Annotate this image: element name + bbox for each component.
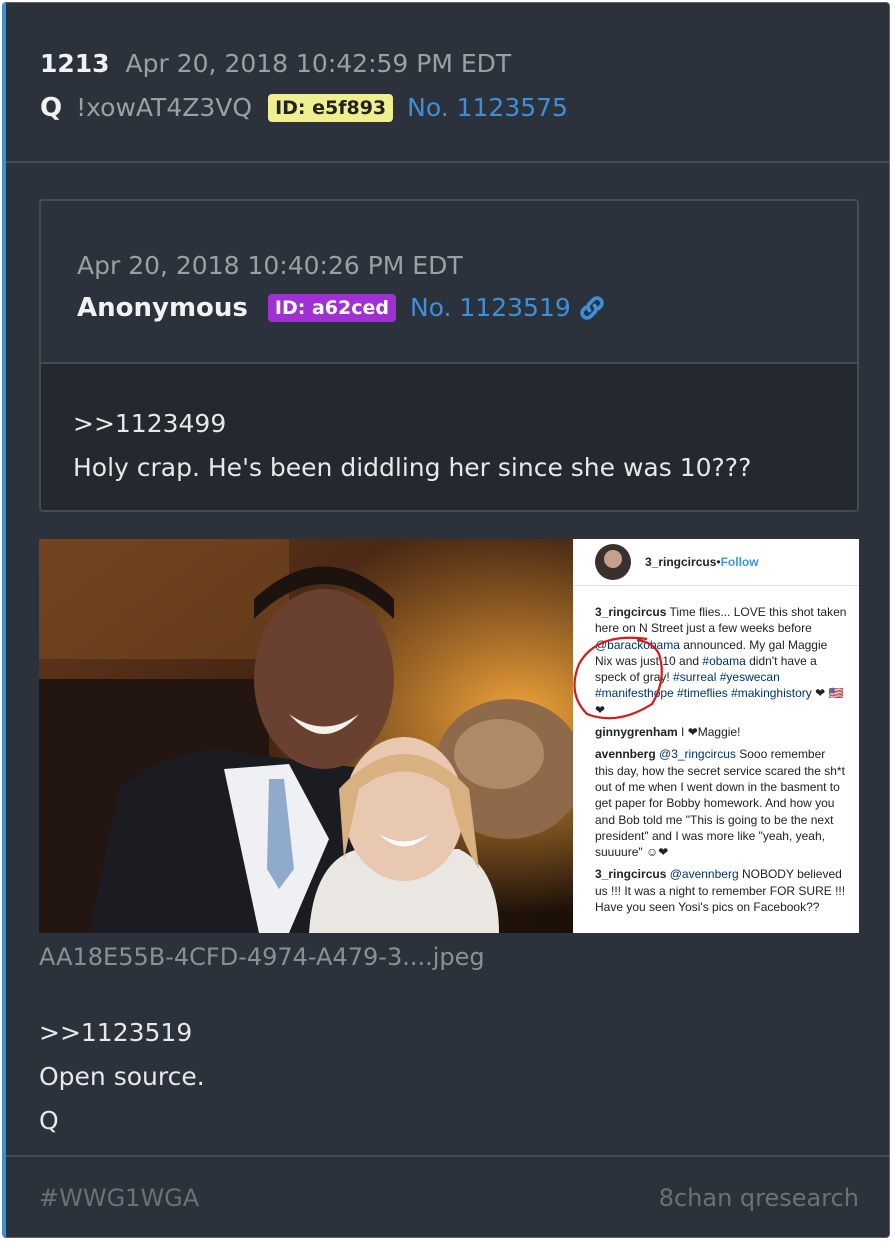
- insta-comments: 3_ringcircus Time flies... LOVE this sho…: [573, 586, 859, 915]
- comment-user: ginnygrenham: [595, 725, 678, 740]
- quoted-id-badge[interactable]: ID: a62ced: [267, 294, 396, 322]
- quoted-post-body: >>1123499 Holy crap. He's been diddling …: [41, 364, 857, 490]
- red-circle-annotation: [573, 636, 663, 720]
- footer-source: 8chan qresearch: [658, 1184, 859, 1212]
- footer-hashtag: #WWG1WGA: [39, 1184, 200, 1212]
- post-header: 1213 Apr 20, 2018 10:42:59 PM EDT Q !xow…: [6, 3, 889, 163]
- insta-comment: avennberg @3_ringcircus Sooo remember th…: [595, 746, 847, 860]
- insta-follow: Follow: [720, 555, 759, 569]
- quoted-reply-link[interactable]: >>1123499: [73, 402, 857, 446]
- post-author: Q: [40, 93, 63, 123]
- insta-username: 3_ringcircus: [645, 555, 717, 569]
- post-text: Open source.: [39, 1062, 205, 1091]
- quoted-post-date: Apr 20, 2018 10:40:26 PM EDT: [77, 251, 463, 280]
- insta-comment: 3_ringcircus Time flies... LOVE this sho…: [573, 604, 847, 720]
- photo: [39, 539, 573, 933]
- id-badge[interactable]: ID: e5f893: [268, 94, 394, 122]
- comment-text: I ❤Maggie!: [677, 725, 741, 740]
- post-body: >>1123519 Open source. Q: [39, 1011, 205, 1143]
- post-signature: Q: [39, 1106, 59, 1135]
- comment-text: Sooo remember this day, how the secret s…: [595, 747, 845, 860]
- image-filename-link[interactable]: AA18E55B-4CFD-4974-A479-3....jpeg: [39, 943, 485, 971]
- avatar: [595, 544, 631, 580]
- post-number-link[interactable]: No. 1123575: [407, 91, 568, 125]
- quoted-post-text: Holy crap. He's been diddling her since …: [73, 453, 752, 482]
- comment-user: 3_ringcircus: [595, 867, 667, 882]
- post-number: 1213: [40, 49, 110, 78]
- reply-link[interactable]: >>1123519: [39, 1011, 205, 1055]
- post-footer: #WWG1WGA 8chan qresearch: [6, 1155, 889, 1237]
- comment-user: avennberg: [595, 747, 656, 762]
- instagram-screenshot: 3_ringcircus • Follow 3_ringcircus Time …: [573, 539, 859, 933]
- comment-mention: @avennberg: [669, 867, 739, 882]
- quoted-post: Apr 20, 2018 10:40:26 PM EDT Anonymous I…: [39, 199, 859, 512]
- quoted-post-header: Apr 20, 2018 10:40:26 PM EDT Anonymous I…: [41, 201, 857, 364]
- comment-hashtag: #obama: [702, 653, 746, 668]
- link-icon[interactable]: [577, 293, 607, 323]
- insta-comment: ginnygrenham I ❤Maggie!: [595, 724, 847, 740]
- insta-comment: 3_ringcircus @avennberg NOBODY believed …: [595, 866, 847, 915]
- quoted-post-link[interactable]: No. 1123519: [410, 291, 571, 325]
- insta-header: 3_ringcircus • Follow: [573, 539, 859, 586]
- attached-image[interactable]: 3_ringcircus • Follow 3_ringcircus Time …: [39, 539, 859, 933]
- comment-mention: @3_ringcircus: [659, 747, 736, 762]
- q-post-card: 1213 Apr 20, 2018 10:42:59 PM EDT Q !xow…: [2, 2, 890, 1238]
- post-date: Apr 20, 2018 10:42:59 PM EDT: [125, 49, 512, 78]
- comment-user: 3_ringcircus: [595, 605, 667, 619]
- quoted-post-author: Anonymous: [77, 293, 248, 323]
- tripcode: !xowAT4Z3VQ: [76, 93, 253, 122]
